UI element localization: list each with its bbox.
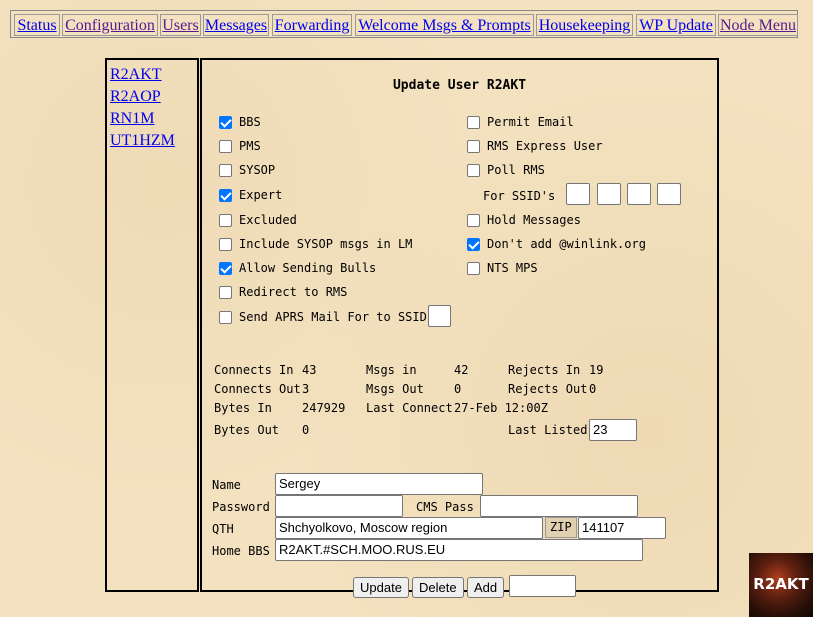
sysop-label: SYSOP — [239, 163, 276, 177]
name-label: Name — [212, 478, 241, 492]
include-sysop-label: Include SYSOP msgs in LM — [239, 237, 413, 251]
zip-label: ZIP — [545, 517, 577, 538]
user-link[interactable]: RN1M — [110, 108, 197, 130]
password-label: Password — [212, 500, 270, 514]
logo-text: R2AKT — [753, 575, 809, 593]
qth-input[interactable]: Shchyolkovo, Moscow region — [275, 517, 543, 539]
expert-label: Expert — [239, 188, 283, 202]
msgs-out-label: Msgs Out — [366, 382, 424, 396]
connects-in-value: 43 — [302, 363, 317, 377]
nav-housekeeping[interactable]: Housekeeping — [536, 14, 633, 36]
redirect-rms-label: Redirect to RMS — [239, 285, 348, 299]
expert-checkbox[interactable] — [219, 189, 232, 202]
rms-express-checkbox[interactable] — [467, 140, 480, 153]
msgs-out-value: 0 — [454, 382, 462, 396]
user-edit-panel: Update User R2AKT BBS PMS SYSOP Expert E… — [200, 58, 719, 598]
ssid-input-4[interactable] — [657, 183, 681, 205]
rms-express-label: RMS Express User — [487, 139, 603, 153]
r2akt-logo: R2AKT — [749, 553, 813, 617]
aprs-ssid-input[interactable] — [428, 305, 451, 327]
last-connect-label: Last Connect — [366, 401, 453, 415]
pms-label: PMS — [239, 139, 261, 153]
bytes-out-value: 0 — [302, 423, 310, 437]
form-title: Update User R2AKT — [392, 78, 527, 93]
bytes-out-label: Bytes Out — [214, 423, 280, 437]
nav-configuration[interactable]: Configuration — [62, 14, 158, 36]
bytes-in-value: 247929 — [302, 401, 346, 415]
nts-mps-checkbox[interactable] — [467, 262, 480, 275]
user-link[interactable]: R2AOP — [110, 86, 197, 108]
nav-forwarding[interactable]: Forwarding — [272, 14, 352, 36]
user-list: R2AKT R2AOP RN1M UT1HZM — [105, 58, 199, 592]
nav-node-menu[interactable]: Node Menu — [718, 14, 798, 36]
nav-welcome-msgs[interactable]: Welcome Msgs & Prompts — [355, 14, 534, 36]
include-sysop-checkbox[interactable] — [219, 238, 232, 251]
excluded-label: Excluded — [239, 213, 297, 227]
top-nav: Status Configuration Users Messages Forw… — [10, 10, 798, 38]
last-listed-input[interactable]: 23 — [589, 419, 637, 441]
bbs-checkbox[interactable] — [219, 116, 232, 129]
nav-wp-update[interactable]: WP Update — [636, 14, 716, 36]
poll-rms-checkbox[interactable] — [467, 164, 480, 177]
update-button[interactable]: Update — [353, 577, 409, 598]
password-input[interactable] — [275, 495, 403, 517]
add-button[interactable]: Add — [467, 577, 505, 598]
bbs-label: BBS — [239, 115, 261, 129]
hold-messages-label: Hold Messages — [487, 213, 581, 227]
bytes-in-label: Bytes In — [214, 401, 272, 415]
msgs-in-label: Msgs in — [366, 363, 417, 377]
cms-pass-label: CMS Pass — [416, 500, 474, 514]
zip-input[interactable]: 141107 — [578, 517, 666, 539]
name-input[interactable]: Sergey — [275, 473, 483, 495]
permit-email-label: Permit Email — [487, 115, 574, 129]
msgs-in-value: 42 — [454, 363, 469, 377]
ssid-input-3[interactable] — [627, 183, 651, 205]
connects-out-value: 3 — [302, 382, 310, 396]
ssid-input-1[interactable] — [566, 183, 590, 205]
excluded-checkbox[interactable] — [219, 214, 232, 227]
send-aprs-label: Send APRS Mail For to SSID — [239, 310, 427, 324]
rejects-in-label: Rejects In — [508, 363, 581, 377]
connects-in-label: Connects In — [214, 363, 294, 377]
permit-email-checkbox[interactable] — [467, 116, 480, 129]
delete-button[interactable]: Delete — [412, 577, 464, 598]
dont-add-winlink-label: Don't add @winlink.org — [487, 237, 646, 251]
home-bbs-input[interactable]: R2AKT.#SCH.MOO.RUS.EU — [275, 539, 643, 561]
rejects-out-label: Rejects Out — [508, 382, 588, 396]
cms-pass-input[interactable] — [480, 495, 638, 517]
redirect-rms-checkbox[interactable] — [219, 286, 232, 299]
ssid-label: For SSID's — [483, 189, 556, 203]
last-connect-value: 27-Feb 12:00Z — [454, 401, 548, 415]
dont-add-winlink-checkbox[interactable] — [467, 238, 480, 251]
nav-users[interactable]: Users — [160, 14, 201, 36]
user-link[interactable]: UT1HZM — [110, 130, 197, 152]
rejects-out-value: 0 — [589, 382, 597, 396]
nav-messages[interactable]: Messages — [203, 14, 269, 36]
send-aprs-checkbox[interactable] — [219, 311, 232, 324]
user-link[interactable]: R2AKT — [110, 64, 197, 86]
hold-messages-checkbox[interactable] — [467, 214, 480, 227]
pms-checkbox[interactable] — [219, 140, 232, 153]
allow-bulls-label: Allow Sending Bulls — [239, 261, 377, 275]
poll-rms-label: Poll RMS — [487, 163, 545, 177]
rejects-in-value: 19 — [589, 363, 604, 377]
nav-status[interactable]: Status — [14, 14, 60, 36]
home-bbs-label: Home BBS — [212, 544, 270, 558]
add-user-input[interactable] — [509, 575, 576, 597]
connects-out-label: Connects Out — [214, 382, 301, 396]
qth-label: QTH — [212, 522, 234, 536]
allow-bulls-checkbox[interactable] — [219, 262, 232, 275]
sysop-checkbox[interactable] — [219, 164, 232, 177]
ssid-input-2[interactable] — [597, 183, 621, 205]
last-listed-label: Last Listed — [508, 423, 588, 437]
nts-mps-label: NTS MPS — [487, 261, 538, 275]
